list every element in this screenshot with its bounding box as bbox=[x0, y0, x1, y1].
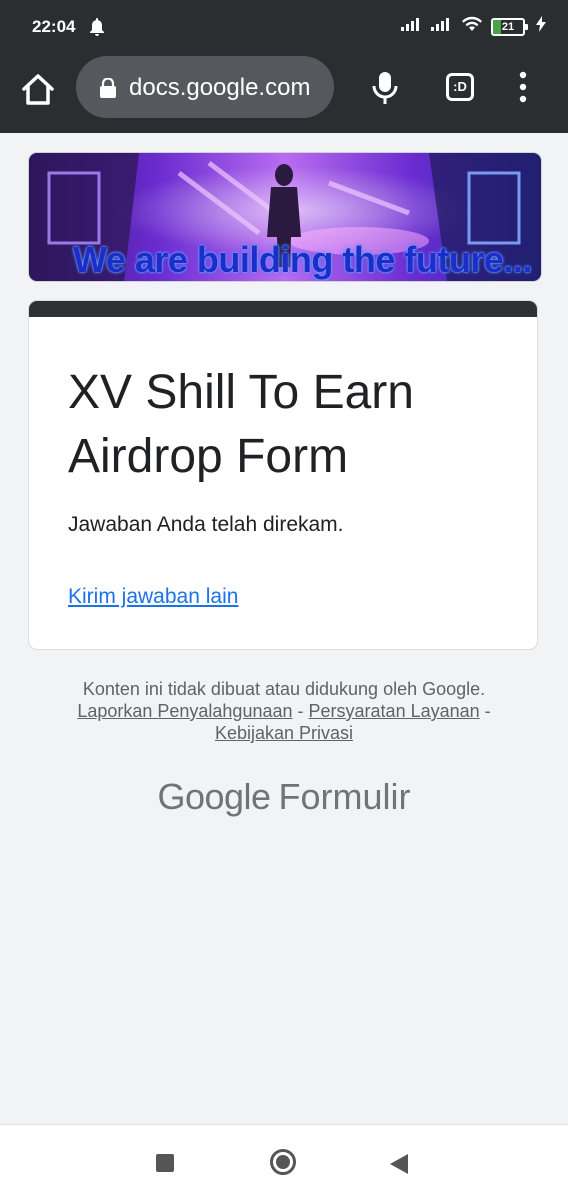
battery-level: 21 bbox=[501, 20, 515, 33]
banner-caption: We are building the future... bbox=[73, 239, 532, 280]
status-bar: 22:04 21 bbox=[0, 0, 568, 56]
browser-toolbar: docs.google.com :D bbox=[0, 56, 568, 133]
charging-icon bbox=[536, 16, 546, 37]
form-title: XV Shill To Earn Airdrop Form bbox=[68, 366, 414, 483]
signal-icon bbox=[431, 17, 453, 36]
privacy-policy-link[interactable]: Kebijakan Privasi bbox=[215, 723, 353, 743]
mic-icon[interactable] bbox=[370, 70, 400, 106]
notification-bell-icon bbox=[89, 18, 105, 41]
confirmation-message: Jawaban Anda telah direkam. bbox=[68, 513, 344, 536]
footer-separator: - bbox=[484, 701, 491, 721]
back-triangle-icon[interactable] bbox=[389, 1153, 409, 1180]
footer-disclaimer: Konten ini tidak dibuat atau didukung ol… bbox=[82, 679, 486, 699]
terms-of-service-link[interactable]: Persyaratan Layanan bbox=[309, 701, 480, 721]
confirmation-card: XV Shill To Earn Airdrop Form Jawaban An… bbox=[28, 300, 538, 650]
address-bar[interactable]: docs.google.com bbox=[76, 56, 334, 118]
battery-icon: 21 bbox=[491, 17, 528, 36]
footer: Konten ini tidak dibuat atau didukung ol… bbox=[0, 678, 568, 744]
brand-google: Google bbox=[157, 776, 271, 817]
lock-icon[interactable] bbox=[100, 77, 116, 103]
header-banner-image: We are building the future... bbox=[28, 152, 542, 282]
system-nav-bar bbox=[0, 1124, 568, 1201]
google-forms-logo[interactable]: Google Formulir bbox=[0, 776, 568, 818]
url-text[interactable]: docs.google.com bbox=[129, 74, 310, 102]
home-circle-icon[interactable] bbox=[270, 1149, 296, 1175]
signal-icon bbox=[401, 17, 423, 36]
tab-switcher-icon[interactable]: :D bbox=[446, 73, 474, 101]
report-abuse-link[interactable]: Laporkan Penyalahgunaan bbox=[77, 701, 292, 721]
brand-product: Formulir bbox=[278, 776, 411, 817]
recents-square-icon[interactable] bbox=[156, 1154, 174, 1172]
submit-another-response-link[interactable]: Kirim jawaban lain bbox=[68, 585, 238, 609]
footer-separator: - bbox=[297, 701, 304, 721]
wifi-icon bbox=[461, 16, 483, 37]
more-vert-icon[interactable] bbox=[516, 70, 530, 104]
status-time: 22:04 bbox=[32, 17, 76, 36]
card-accent-bar bbox=[29, 301, 537, 317]
home-icon[interactable] bbox=[20, 72, 56, 108]
status-icons: 21 bbox=[401, 16, 546, 37]
